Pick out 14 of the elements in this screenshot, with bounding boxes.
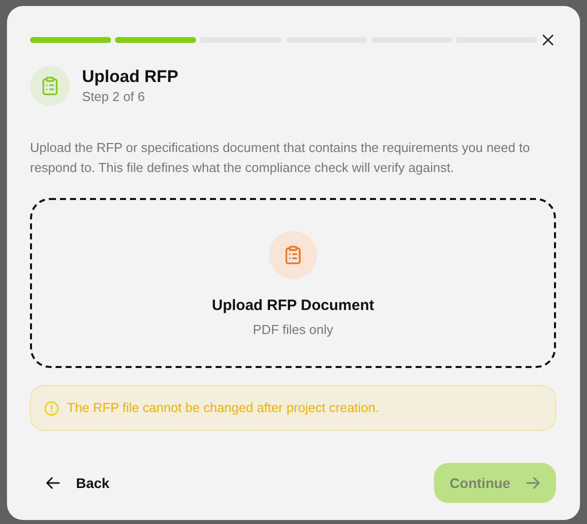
arrow-right-icon [526, 476, 540, 490]
dropzone-title: Upload RFP Document [212, 296, 374, 316]
clipboard-icon [40, 76, 60, 96]
upload-dropzone[interactable]: Upload RFP Document PDF files only [30, 198, 556, 368]
close-icon [542, 34, 554, 46]
warning-icon [44, 400, 59, 416]
warning-text: The RFP file cannot be changed after project creation. [67, 399, 379, 418]
dropzone-hint: PDF files only [252, 320, 334, 339]
step-label: Step 2 of 6 [82, 88, 146, 106]
arrow-left-icon [46, 476, 60, 490]
clipboard-icon [283, 245, 303, 265]
dialog-title: Upload RFP [82, 66, 178, 88]
description: Upload the RFP or specifications document that contains the requirements you need to respond to. This file defines what the compliance check will verify against. [30, 139, 531, 177]
back-button[interactable]: Back [30, 463, 110, 503]
